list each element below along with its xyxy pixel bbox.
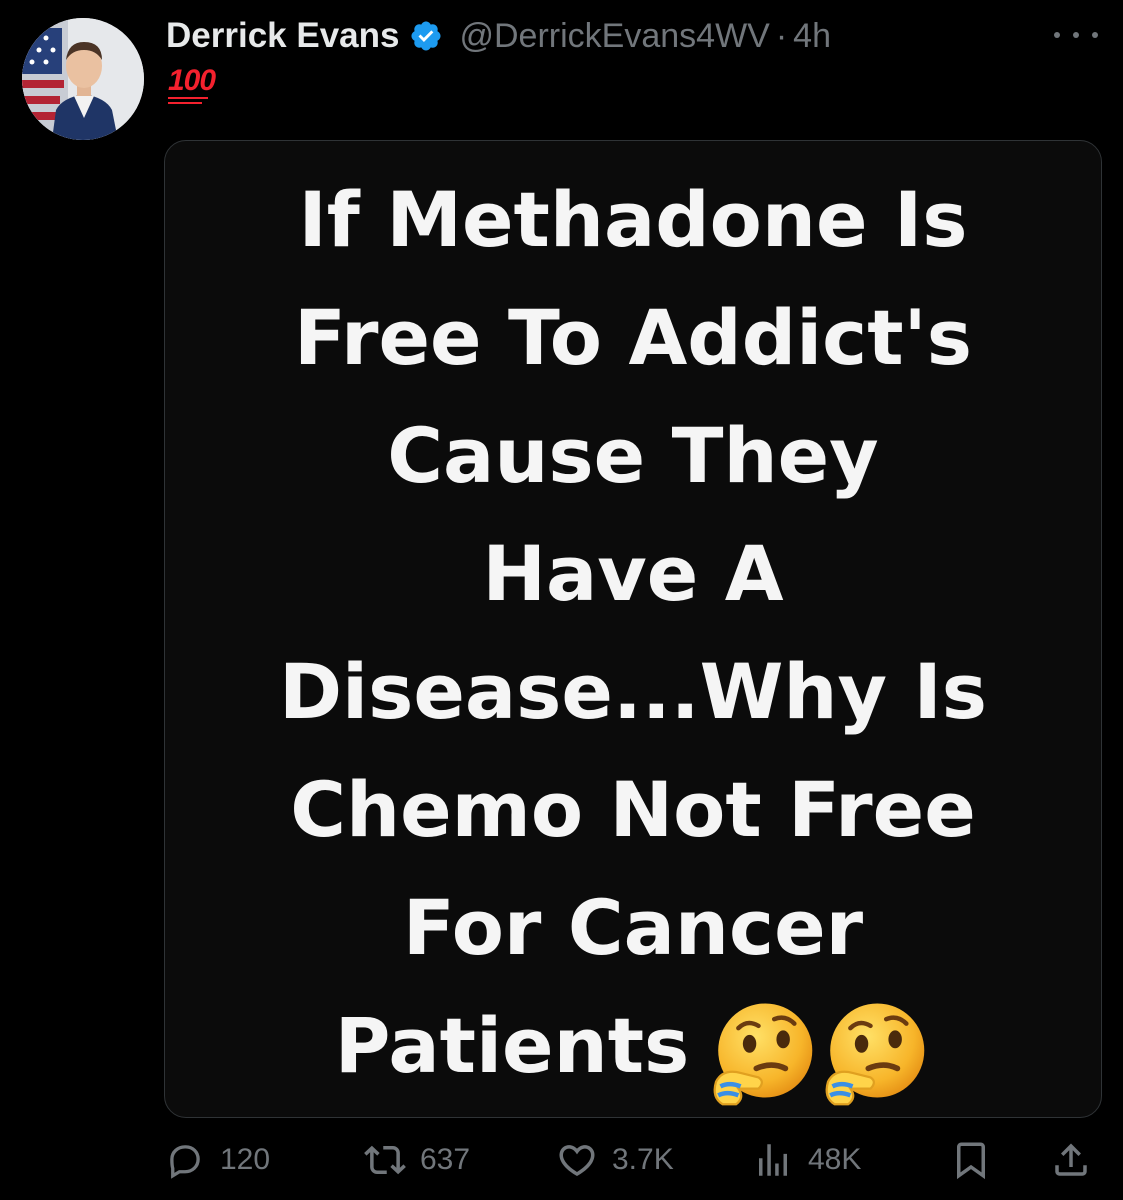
share-icon	[1055, 1143, 1087, 1176]
views-count: 48K	[808, 1143, 862, 1176]
more-dot	[1054, 32, 1060, 38]
heart-icon	[559, 1145, 595, 1177]
hundred-points-emoji: 100	[168, 64, 216, 104]
like-count: 3.7K	[612, 1143, 674, 1176]
media-line: Disease...Why Is	[278, 647, 988, 736]
author-handle[interactable]: @DerrickEvans4WV	[459, 17, 769, 56]
reply-icon	[170, 1145, 200, 1179]
tweet: Derrick Evans @DerrickEvans4WV · 4h 100 …	[0, 0, 1123, 1200]
like-button[interactable]: 3.7K	[556, 1136, 674, 1184]
bookmark-button[interactable]	[950, 1136, 992, 1184]
media-text: If Methadone Is Free To Addict's Cause T…	[165, 161, 1101, 1111]
tweet-media-image[interactable]: If Methadone Is Free To Addict's Cause T…	[164, 140, 1102, 1118]
media-line: For Cancer	[402, 883, 864, 972]
reply-button[interactable]: 120	[164, 1136, 270, 1184]
more-dot	[1092, 32, 1098, 38]
media-line: Cause They	[387, 411, 879, 500]
media-line: Free To Addict's	[293, 293, 973, 382]
share-button[interactable]	[1050, 1136, 1092, 1184]
more-options-icon[interactable]	[1054, 20, 1098, 50]
separator-dot: ·	[775, 16, 788, 55]
repost-button[interactable]: 637	[364, 1136, 470, 1184]
bookmark-icon	[957, 1142, 985, 1180]
media-line-last: Patients	[165, 987, 1101, 1111]
media-line: Patients	[334, 1001, 690, 1090]
more-dot	[1073, 32, 1079, 38]
avatar-image	[22, 18, 144, 140]
media-line: Have A	[482, 529, 784, 618]
reply-count: 120	[220, 1143, 271, 1176]
repost-count: 637	[420, 1143, 471, 1176]
hundred-underline	[168, 102, 202, 104]
media-line: Chemo Not Free	[290, 765, 976, 854]
views-button[interactable]: 48K	[752, 1136, 861, 1184]
repost-icon	[364, 1145, 406, 1175]
timestamp[interactable]: 4h	[793, 17, 831, 56]
verified-badge-icon	[409, 19, 443, 53]
tweet-text: 100	[168, 64, 216, 97]
hundred-underline	[168, 97, 208, 99]
thinking-face-emoji	[825, 1003, 925, 1106]
author-name[interactable]: Derrick Evans	[166, 16, 399, 56]
avatar[interactable]	[22, 18, 144, 140]
thinking-face-emoji	[713, 1003, 813, 1106]
emoji-pair	[707, 991, 931, 1111]
tweet-header: Derrick Evans @DerrickEvans4WV · 4h	[166, 14, 831, 58]
media-line: If Methadone Is	[298, 175, 968, 264]
views-chart-icon	[759, 1144, 787, 1176]
tweet-actions: 120 637 3.7K 48K	[164, 1136, 1094, 1184]
